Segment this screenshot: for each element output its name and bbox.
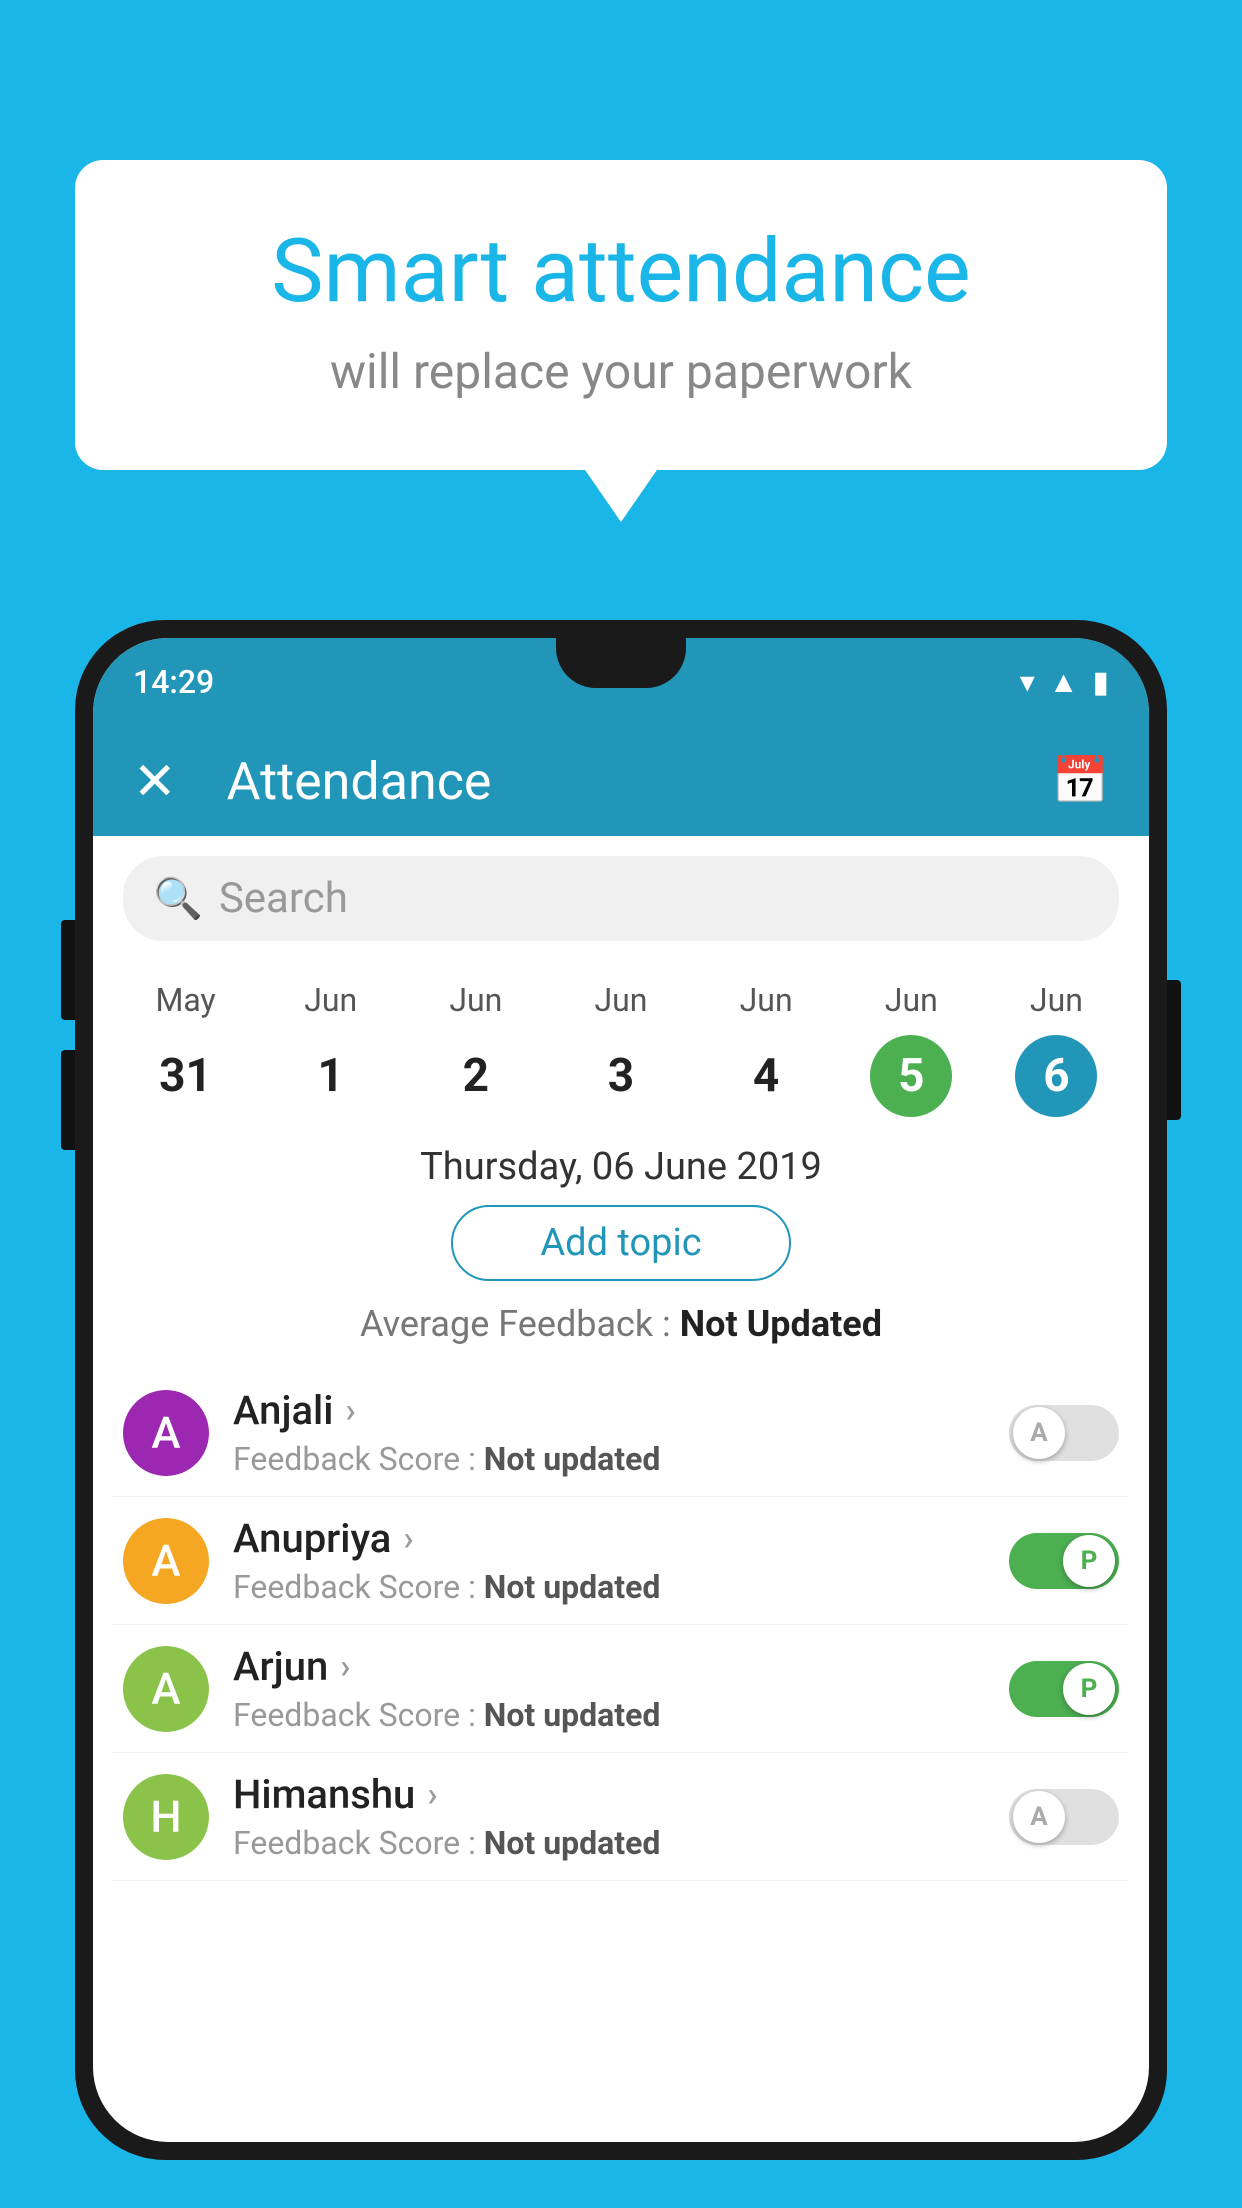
side-button-vol-down — [61, 1050, 75, 1150]
calendar-strip: May 31 Jun 1 Jun 2 Jun 3 Jun 4 Jun 5 Jun 6 — [93, 961, 1149, 1127]
signal-icon: ▲ — [1049, 665, 1079, 700]
bubble-subtitle: will replace your paperwork — [155, 343, 1087, 400]
notch-cutout — [556, 638, 686, 688]
student-item[interactable]: A Anupriya › Feedback Score : Not updated P — [113, 1497, 1129, 1625]
search-bar[interactable]: 🔍 Search — [123, 856, 1119, 941]
cal-day-3[interactable]: Jun 3 — [580, 981, 662, 1117]
wifi-icon: ▾ — [1020, 665, 1035, 700]
student-name: Anjali › — [233, 1387, 1009, 1434]
chevron-icon: › — [427, 1775, 437, 1815]
status-icons: ▾ ▲ ▮ — [1020, 665, 1109, 700]
cal-date-num[interactable]: 6 — [1015, 1035, 1097, 1117]
student-feedback-score: Feedback Score : Not updated — [233, 1696, 1009, 1734]
app-bar: ✕ Attendance 📅 — [93, 726, 1149, 836]
side-button-power — [1167, 980, 1181, 1120]
student-avatar: A — [123, 1646, 209, 1732]
cal-month-label: Jun — [595, 981, 648, 1019]
cal-day-0[interactable]: May 31 — [145, 981, 227, 1117]
cal-date-num[interactable]: 31 — [145, 1035, 227, 1117]
attendance-toggle[interactable]: A — [1009, 1405, 1119, 1461]
cal-day-6[interactable]: Jun 6 — [1015, 981, 1097, 1117]
cal-month-label: Jun — [885, 981, 938, 1019]
cal-month-label: Jun — [1030, 981, 1083, 1019]
calendar-icon[interactable]: 📅 — [1052, 754, 1109, 808]
side-button-vol-up — [61, 920, 75, 1020]
student-item[interactable]: A Arjun › Feedback Score : Not updated P — [113, 1625, 1129, 1753]
student-info: Anjali › Feedback Score : Not updated — [233, 1387, 1009, 1478]
add-topic-button[interactable]: Add topic — [451, 1205, 791, 1281]
avg-feedback-value: Not Updated — [680, 1303, 882, 1345]
avg-feedback-label: Average Feedback : — [360, 1303, 680, 1345]
score-value: Not updated — [484, 1440, 661, 1478]
speech-bubble: Smart attendance will replace your paper… — [75, 160, 1167, 470]
chevron-icon: › — [403, 1519, 413, 1559]
student-info: Himanshu › Feedback Score : Not updated — [233, 1771, 1009, 1862]
cal-month-label: May — [155, 981, 215, 1019]
search-input[interactable]: Search — [219, 874, 348, 923]
student-name-text: Anupriya — [233, 1515, 391, 1562]
student-avatar: A — [123, 1518, 209, 1604]
student-name-text: Himanshu — [233, 1771, 415, 1818]
phone-screen: 14:29 ▾ ▲ ▮ ✕ Attendance 📅 🔍 Search — [93, 638, 1149, 2142]
cal-day-2[interactable]: Jun 2 — [435, 981, 517, 1117]
battery-icon: ▮ — [1092, 665, 1109, 700]
student-name-text: Anjali — [233, 1387, 333, 1434]
avg-feedback: Average Feedback : Not Updated — [93, 1303, 1149, 1345]
student-item[interactable]: H Himanshu › Feedback Score : Not updatedA — [113, 1753, 1129, 1881]
phone-mockup: 14:29 ▾ ▲ ▮ ✕ Attendance 📅 🔍 Search — [75, 620, 1167, 2160]
cal-date-num[interactable]: 5 — [870, 1035, 952, 1117]
selected-date: Thursday, 06 June 2019 — [93, 1145, 1149, 1189]
attendance-toggle[interactable]: P — [1009, 1661, 1119, 1717]
cal-date-num[interactable]: 3 — [580, 1035, 662, 1117]
toggle-container[interactable]: A — [1009, 1789, 1119, 1845]
app-title: Attendance — [227, 751, 1052, 812]
student-feedback-score: Feedback Score : Not updated — [233, 1824, 1009, 1862]
attendance-toggle[interactable]: P — [1009, 1533, 1119, 1589]
toggle-container[interactable]: A — [1009, 1405, 1119, 1461]
student-info: Arjun › Feedback Score : Not updated — [233, 1643, 1009, 1734]
student-item[interactable]: AAnjali›Feedback Score : Not updatedA — [113, 1369, 1129, 1497]
student-feedback-score: Feedback Score : Not updated — [233, 1568, 1009, 1606]
status-time: 14:29 — [133, 663, 214, 701]
student-avatar: H — [123, 1774, 209, 1860]
cal-day-5[interactable]: Jun 5 — [870, 981, 952, 1117]
attendance-toggle[interactable]: A — [1009, 1789, 1119, 1845]
student-name: Arjun › — [233, 1643, 1009, 1690]
search-icon: 🔍 — [153, 875, 203, 922]
cal-month-label: Jun — [740, 981, 793, 1019]
toggle-knob: P — [1063, 1535, 1115, 1587]
cal-day-4[interactable]: Jun 4 — [725, 981, 807, 1117]
toggle-knob: P — [1063, 1663, 1115, 1715]
chevron-icon: › — [340, 1647, 350, 1687]
score-value: Not updated — [484, 1824, 661, 1862]
student-avatar: A — [123, 1390, 209, 1476]
student-feedback-score: Feedback Score : Not updated — [233, 1440, 1009, 1478]
toggle-knob: A — [1013, 1407, 1065, 1459]
cal-month-label: Jun — [304, 981, 357, 1019]
toggle-knob: A — [1013, 1791, 1065, 1843]
score-value: Not updated — [484, 1568, 661, 1606]
cal-date-num[interactable]: 1 — [290, 1035, 372, 1117]
phone-outer: 14:29 ▾ ▲ ▮ ✕ Attendance 📅 🔍 Search — [75, 620, 1167, 2160]
cal-date-num[interactable]: 2 — [435, 1035, 517, 1117]
student-info: Anupriya › Feedback Score : Not updated — [233, 1515, 1009, 1606]
score-value: Not updated — [484, 1696, 661, 1734]
close-button[interactable]: ✕ — [133, 751, 177, 812]
cal-day-1[interactable]: Jun 1 — [290, 981, 372, 1117]
cal-month-label: Jun — [449, 981, 502, 1019]
status-bar: 14:29 ▾ ▲ ▮ — [93, 638, 1149, 726]
speech-bubble-container: Smart attendance will replace your paper… — [75, 160, 1167, 470]
student-name: Himanshu › — [233, 1771, 1009, 1818]
student-list: AAnjali›Feedback Score : Not updatedAAAn… — [93, 1369, 1149, 1881]
chevron-icon: › — [345, 1391, 355, 1431]
student-name-text: Arjun — [233, 1643, 328, 1690]
toggle-container[interactable]: P — [1009, 1661, 1119, 1717]
cal-date-num[interactable]: 4 — [725, 1035, 807, 1117]
toggle-container[interactable]: P — [1009, 1533, 1119, 1589]
student-name: Anupriya › — [233, 1515, 1009, 1562]
bubble-title: Smart attendance — [155, 220, 1087, 323]
